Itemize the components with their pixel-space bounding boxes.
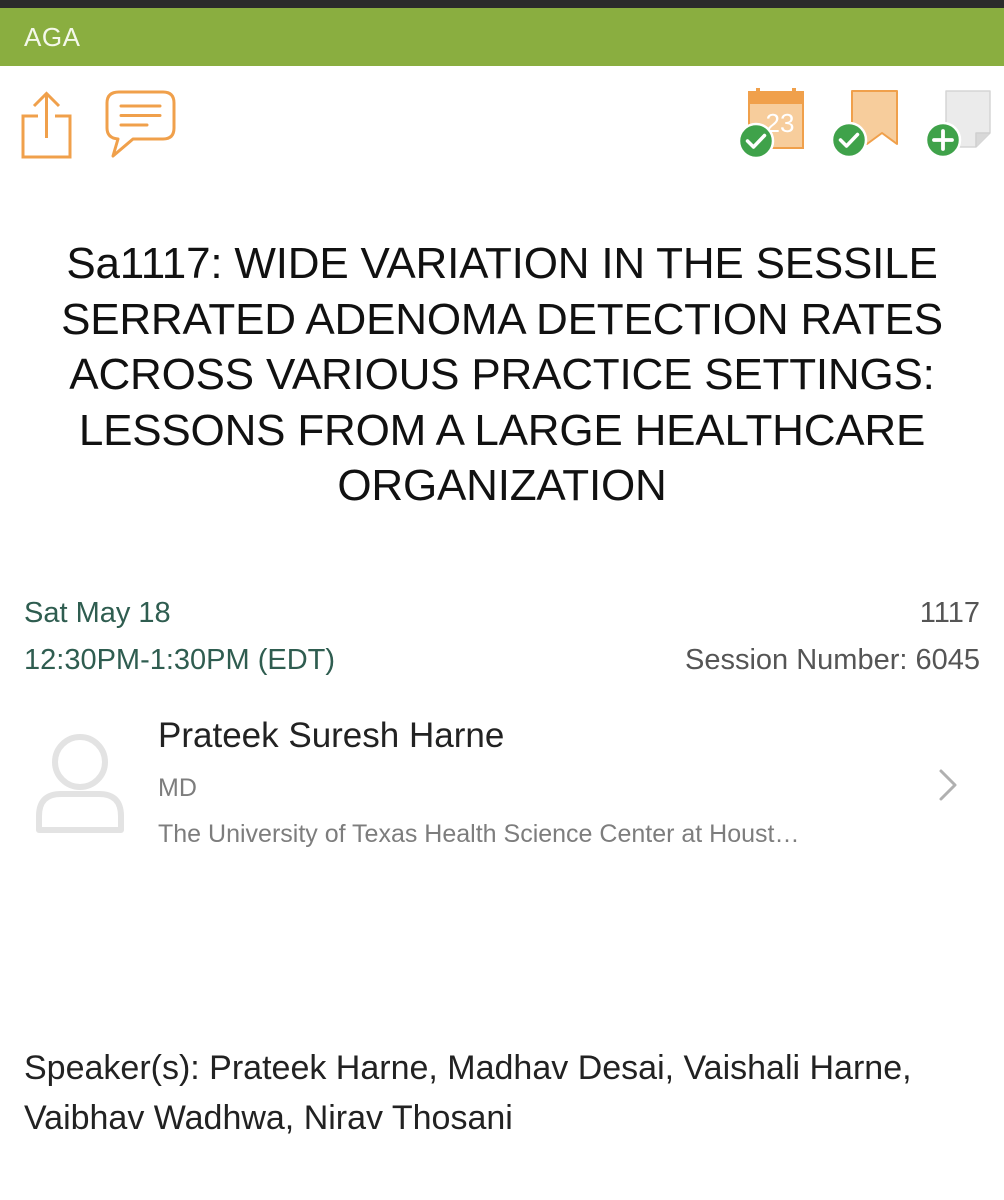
session-date: Sat May 18 (24, 597, 171, 629)
presenter-organization: The University of Texas Health Science C… (158, 820, 800, 848)
session-numbers: 1117 Session Number: 6045 (685, 590, 980, 684)
presenter-name: Prateek Suresh Harne (158, 716, 505, 755)
presenter-degree: MD (158, 774, 197, 802)
session-time: 12:30PM-1:30PM (EDT) (24, 644, 336, 676)
avatar-placeholder-icon (34, 730, 126, 839)
bookmark-added-icon[interactable] (830, 88, 902, 160)
calendar-added-icon[interactable]: 23 (736, 86, 808, 160)
abstract-number: 1117 (919, 597, 980, 629)
chevron-right-icon (934, 768, 962, 807)
session-datetime: Sat May 18 12:30PM-1:30PM (EDT) (24, 590, 335, 684)
note-add-icon[interactable] (924, 88, 996, 160)
presenter-card[interactable]: Prateek Suresh Harne MD The University o… (0, 700, 1004, 870)
app-title: AGA (24, 22, 81, 52)
session-number: Session Number: 6045 (685, 644, 980, 676)
status-strip (0, 0, 1004, 8)
speakers-list: Speaker(s): Prateek Harne, Madhav Desai,… (24, 1049, 912, 1137)
session-title: Sa1117: WIDE VARIATION IN THE SESSILE SE… (61, 239, 943, 510)
app-header: AGA (0, 8, 1004, 66)
comment-icon[interactable] (105, 90, 177, 160)
share-icon[interactable] (20, 90, 74, 160)
